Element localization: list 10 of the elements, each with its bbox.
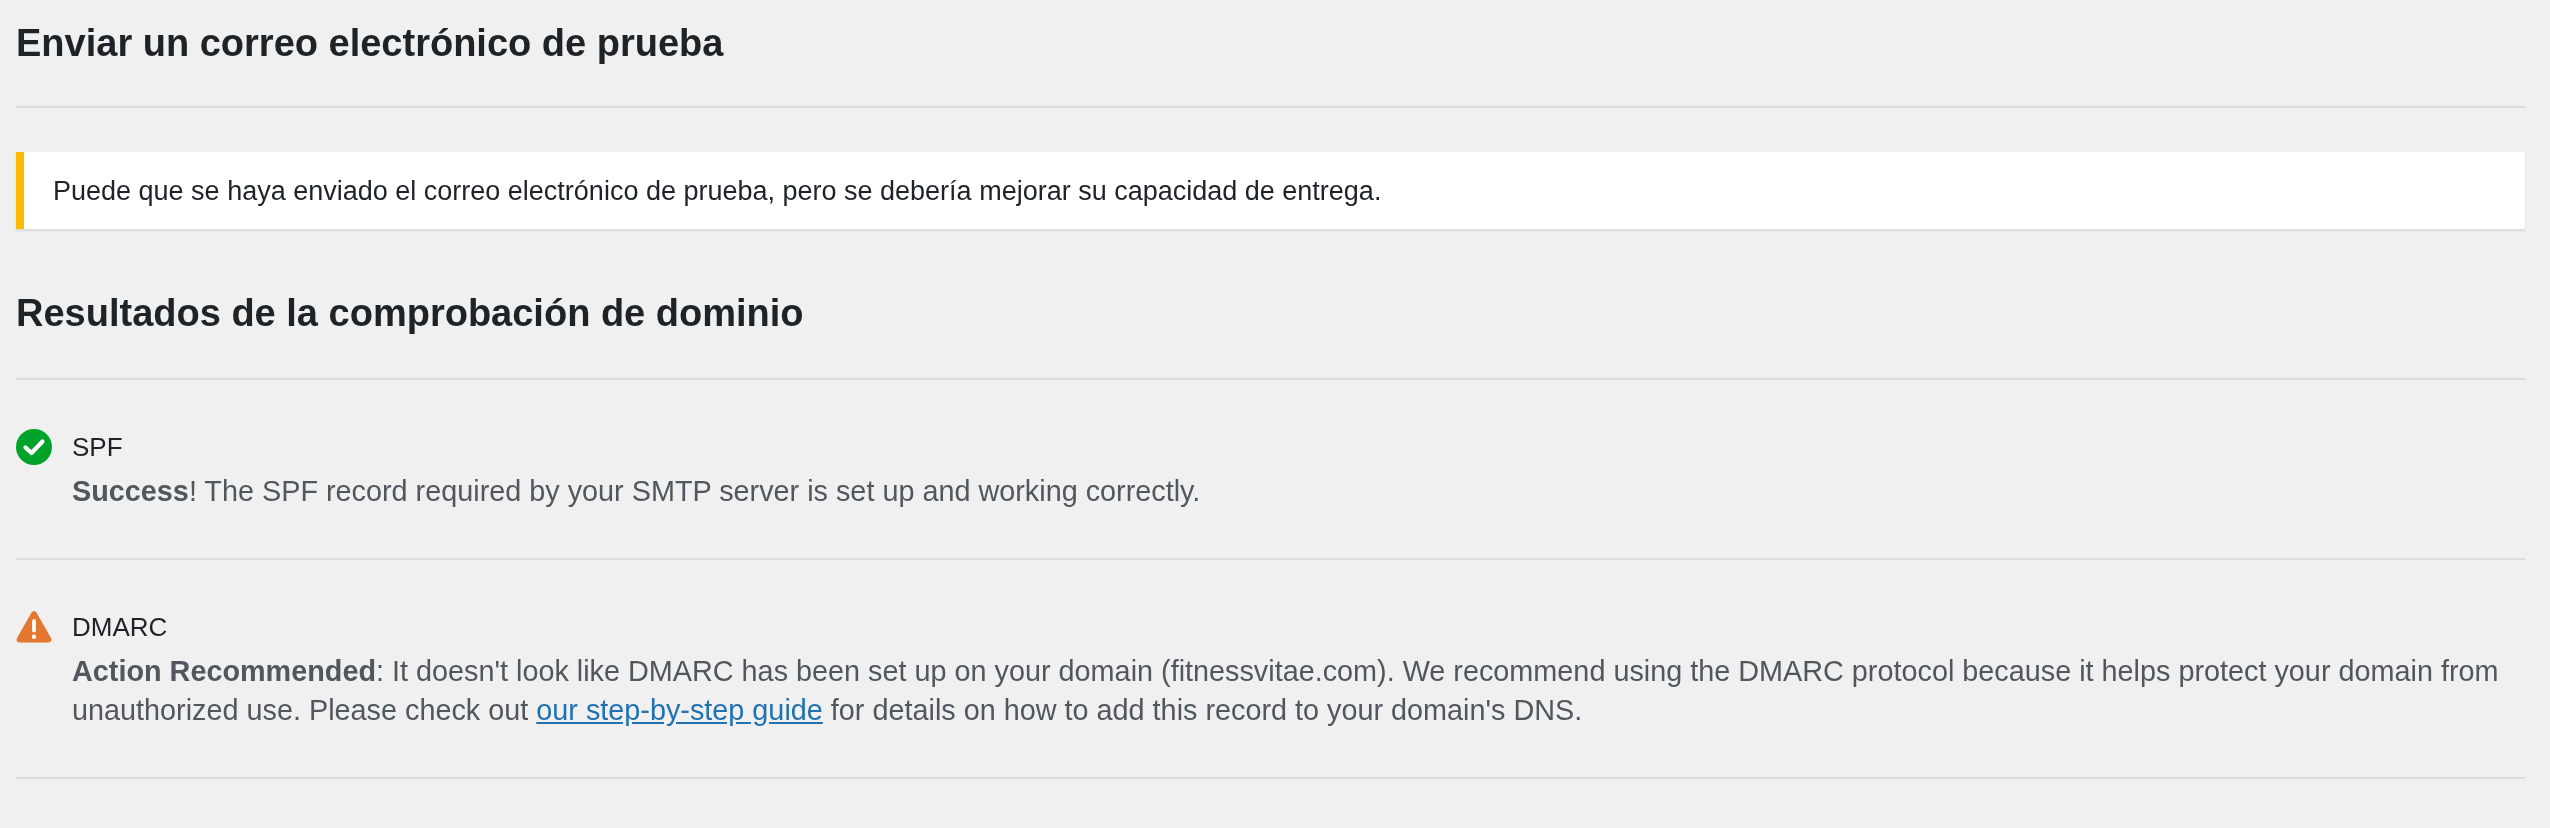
record-name: SPF (72, 431, 123, 464)
guide-link[interactable]: our step-by-step guide (536, 694, 823, 726)
result-description: Success! The SPF record required by your SMTP server is set up and working correctly. (72, 474, 1202, 509)
result-description: Action Recommended: It doesn't look like DMARC has been set up on your domain (fitnessvitae.com). We recommend using the DMARC protocol because it helps protect your domain from unauthorized use. Please check out our step-by-step guide for details on how to add this record to your domain's DNS. (72, 654, 2500, 728)
notice-text: Puede que se haya enviado el correo electrónico de prueba, pero se debería mejorar su capacidad de entrega. (53, 174, 1382, 208)
section-heading: Resultados de la comprobación de dominio (16, 291, 804, 336)
section-heading: Enviar un correo electrónico de prueba (16, 21, 724, 66)
warning-icon (16, 609, 52, 645)
check-circle-icon (16, 429, 52, 465)
record-name: DMARC (72, 611, 168, 644)
